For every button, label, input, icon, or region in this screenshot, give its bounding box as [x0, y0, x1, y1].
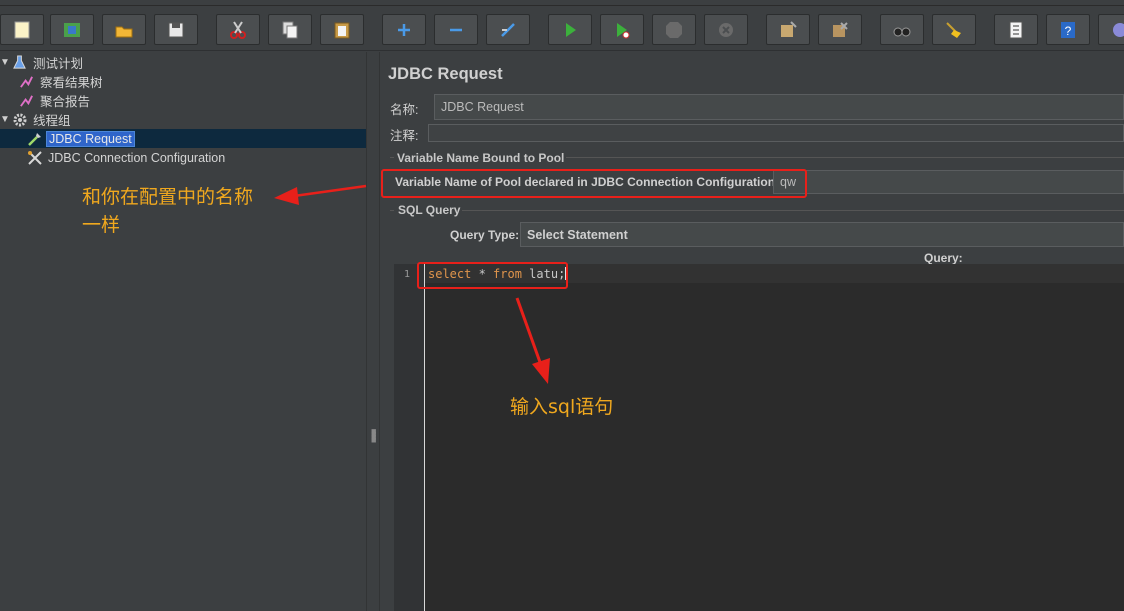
- pool-annotation: 和你在配置中的名称 一样: [82, 186, 254, 236]
- sql-annotation: 输入sql语句: [510, 396, 614, 418]
- jmeter-window: ? ▼ 测试计划 察看结果树 聚合报告 ▼ 线程组 JDBC Request J…: [0, 0, 1124, 611]
- arrow-head: [532, 358, 550, 384]
- annotation-arrows: [274, 184, 550, 384]
- arrow-to-pool: [293, 184, 367, 198]
- arrow-to-sql: [515, 297, 543, 366]
